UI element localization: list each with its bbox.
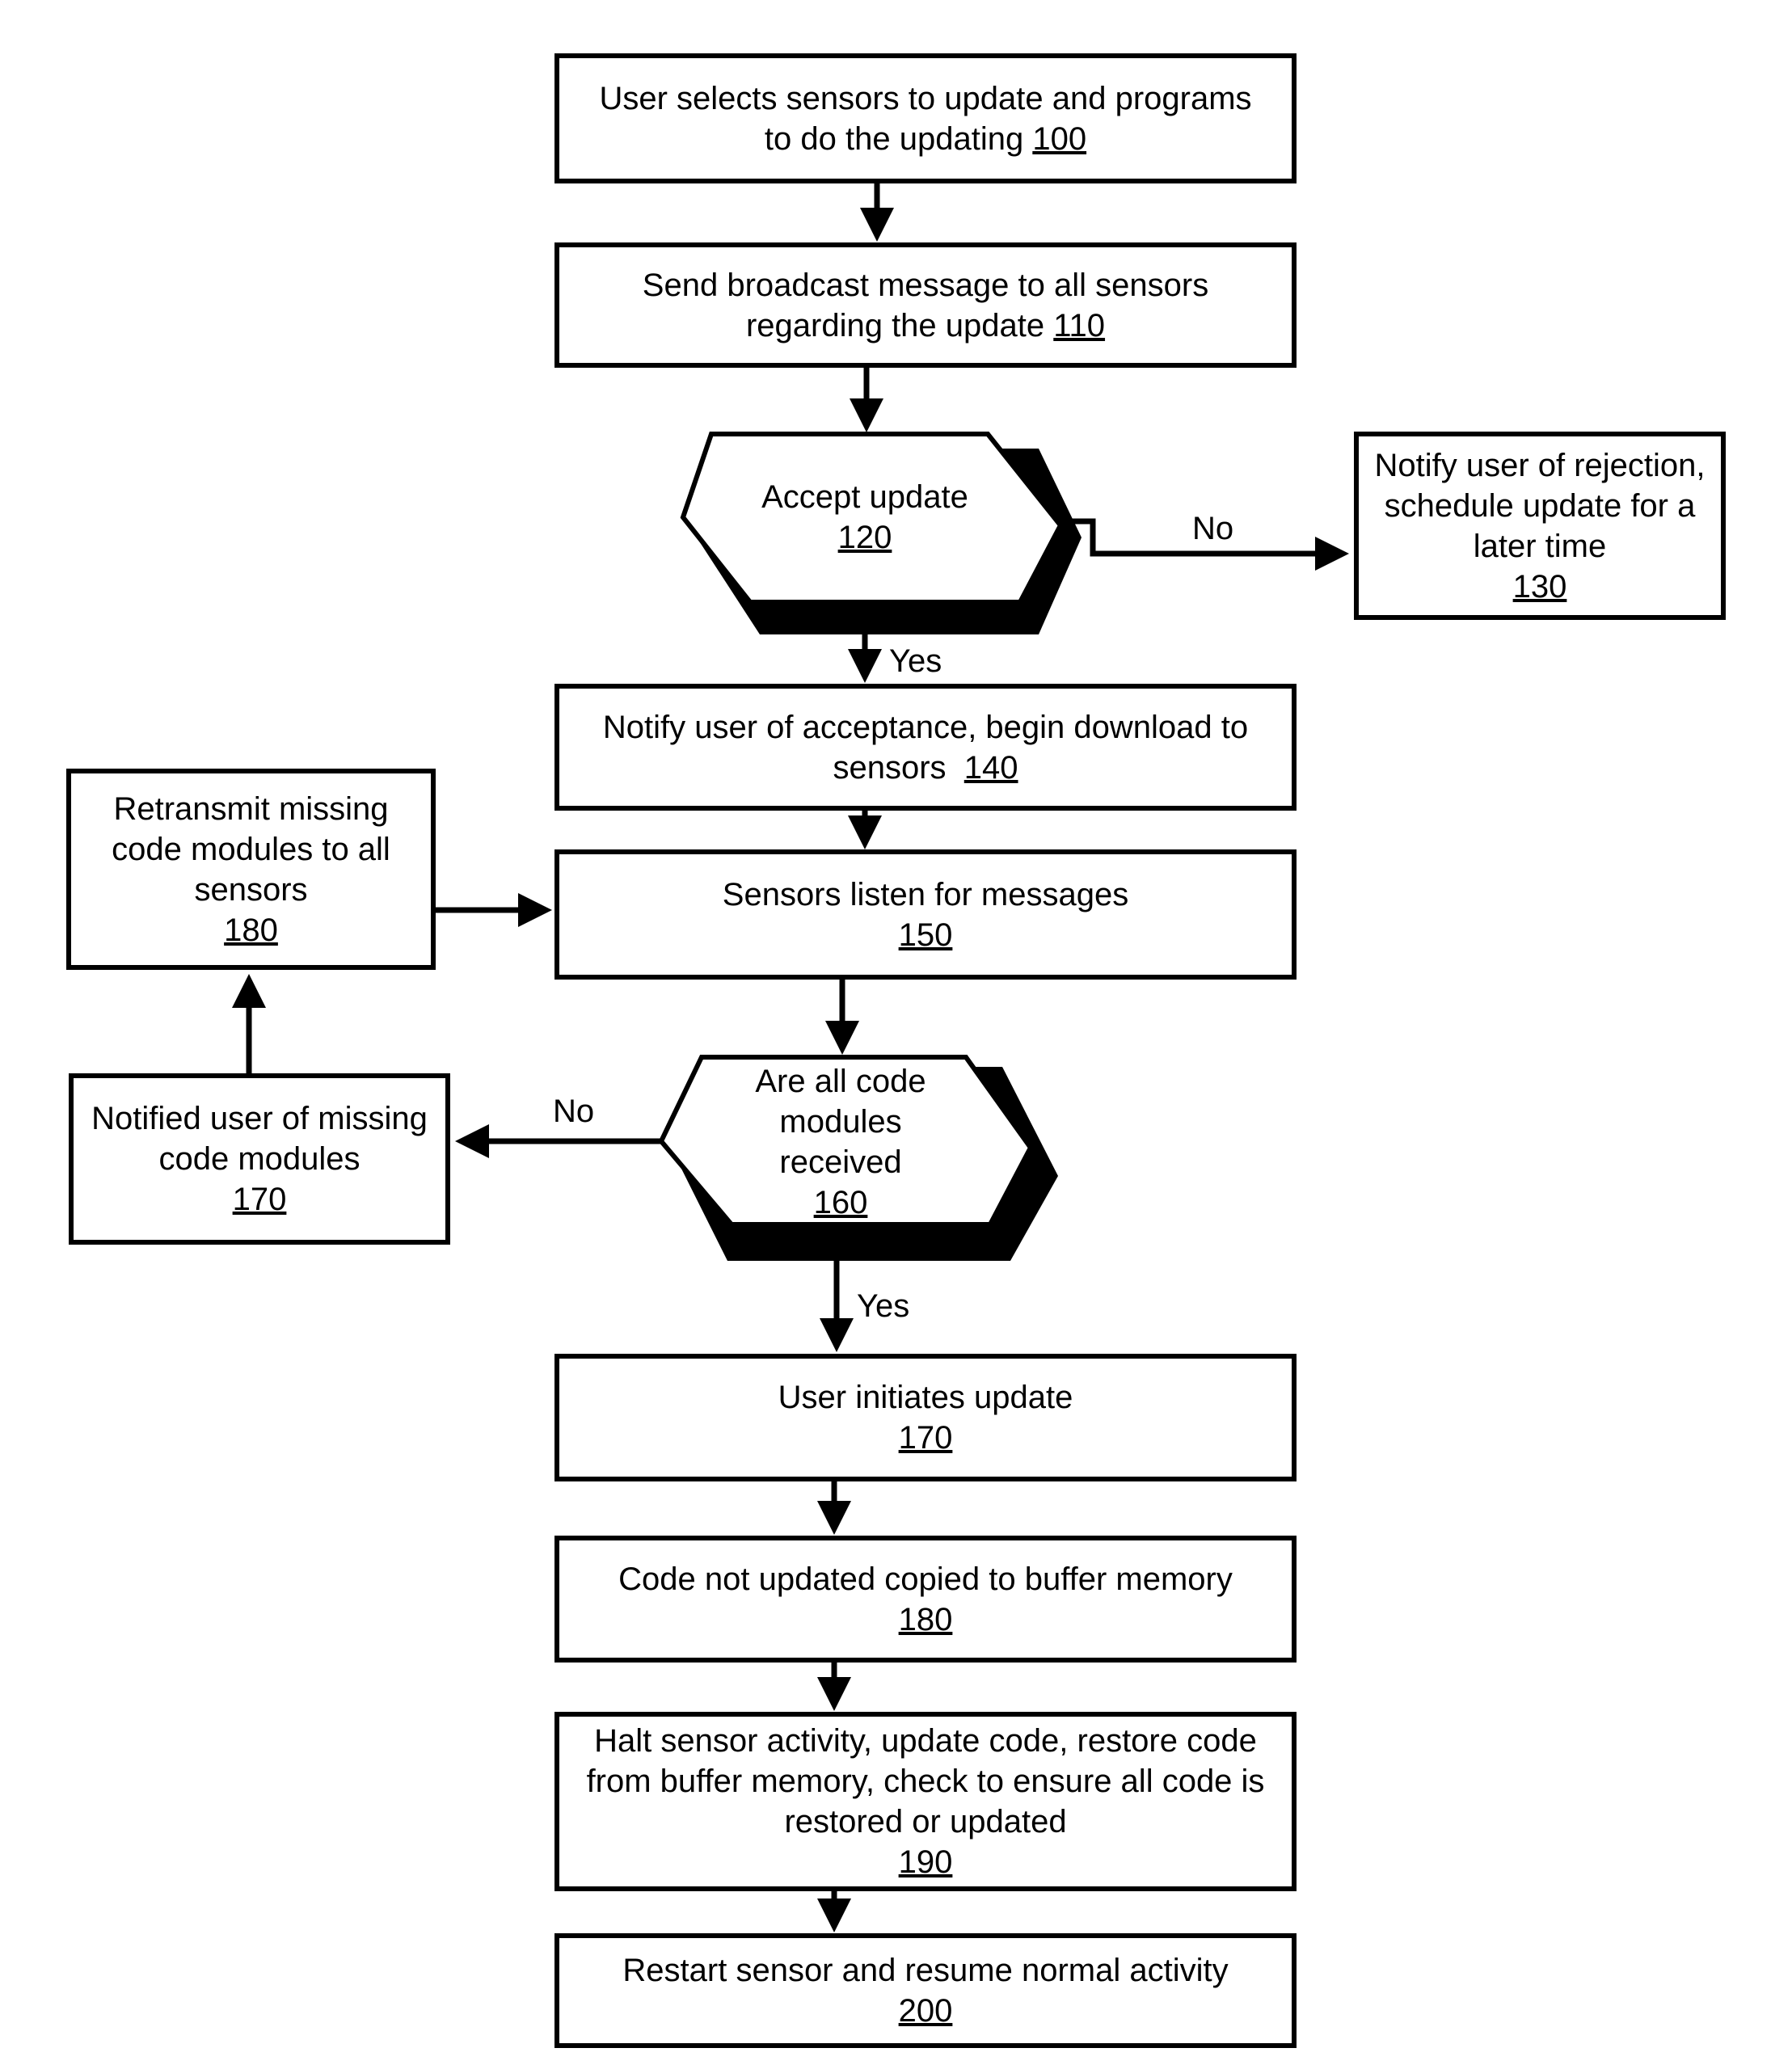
step-150: Sensors listen for messages 150 bbox=[554, 849, 1297, 980]
step-130: Notify user of rejection, schedule updat… bbox=[1354, 432, 1726, 620]
step-190-ref: 190 bbox=[898, 1844, 953, 1880]
label-yes-160: Yes bbox=[857, 1288, 910, 1324]
step-180: Code not updated copied to buffer memory… bbox=[554, 1536, 1297, 1663]
step-180-retransmit-text: Retransmit missing code modules to all s… bbox=[112, 790, 390, 908]
step-190-text: Halt sensor activity, update code, resto… bbox=[586, 1723, 1265, 1840]
step-110: Send broadcast message to all sensors re… bbox=[554, 242, 1297, 368]
step-110-ref: 110 bbox=[1053, 307, 1106, 343]
decision-120-ref: 120 bbox=[837, 520, 892, 555]
step-200-ref: 200 bbox=[898, 1993, 953, 2029]
step-130-text: Notify user of rejection, schedule updat… bbox=[1374, 447, 1706, 564]
label-no-120: No bbox=[1192, 511, 1234, 546]
step-110-text: Send broadcast message to all sensors re… bbox=[642, 267, 1209, 343]
decision-160-text: Are all code modules received bbox=[755, 1063, 926, 1180]
step-180-retransmit-ref: 180 bbox=[224, 912, 278, 948]
step-180-ref: 180 bbox=[898, 1601, 953, 1637]
step-170-text: User initiates update bbox=[778, 1380, 1073, 1415]
step-100: User selects sensors to update and progr… bbox=[554, 53, 1297, 183]
decision-120-text: Accept update bbox=[761, 479, 968, 515]
label-yes-120: Yes bbox=[889, 643, 942, 679]
decision-120: Accept update 120 bbox=[711, 453, 1018, 582]
step-170: User initiates update 170 bbox=[554, 1354, 1297, 1481]
decision-160: Are all code modules received 160 bbox=[711, 1059, 970, 1224]
step-130-ref: 130 bbox=[1512, 568, 1567, 605]
step-140: Notify user of acceptance, begin downloa… bbox=[554, 684, 1297, 811]
step-150-ref: 150 bbox=[898, 917, 953, 953]
step-180-retransmit: Retransmit missing code modules to all s… bbox=[66, 769, 436, 970]
decision-160-ref: 160 bbox=[813, 1184, 868, 1220]
step-200-text: Restart sensor and resume normal activit… bbox=[622, 1953, 1229, 1988]
step-140-text: Notify user of acceptance, begin downloa… bbox=[602, 709, 1249, 786]
step-100-ref: 100 bbox=[1032, 120, 1087, 157]
step-100-text: User selects sensors to update and progr… bbox=[599, 80, 1252, 157]
step-190: Halt sensor activity, update code, resto… bbox=[554, 1712, 1297, 1891]
step-200: Restart sensor and resume normal activit… bbox=[554, 1933, 1297, 2048]
step-140-ref: 140 bbox=[963, 749, 1018, 786]
step-170-notified-text: Notified user of missing code modules bbox=[91, 1101, 428, 1177]
step-170-notified: Notified user of missing code modules 17… bbox=[69, 1073, 450, 1245]
step-180-text: Code not updated copied to buffer memory bbox=[618, 1561, 1233, 1597]
step-170-notified-ref: 170 bbox=[232, 1182, 287, 1217]
step-170-ref: 170 bbox=[898, 1420, 953, 1456]
step-150-text: Sensors listen for messages bbox=[722, 876, 1129, 912]
label-no-160: No bbox=[553, 1094, 595, 1129]
